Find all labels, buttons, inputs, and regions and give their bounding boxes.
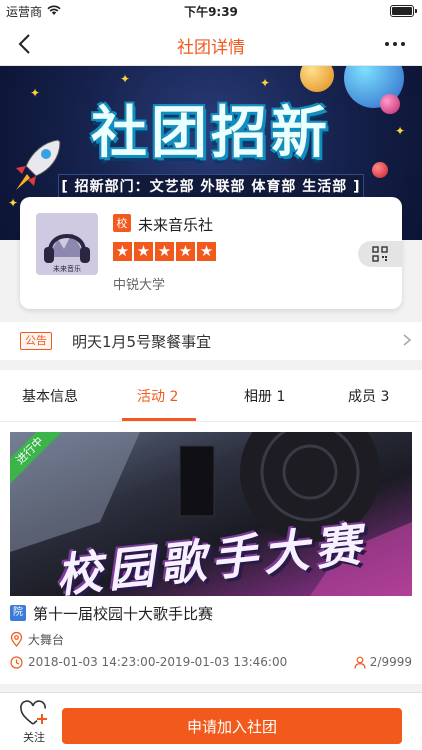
- more-button[interactable]: [378, 30, 412, 58]
- count-text: 2/9999: [369, 655, 412, 669]
- school-badge: 校: [113, 214, 131, 232]
- join-club-button[interactable]: 申请加入社团: [62, 708, 402, 744]
- battery-icon: [390, 5, 417, 17]
- notice-tag: 公告: [20, 332, 52, 350]
- more-dots-icon: [385, 42, 389, 46]
- activity-card[interactable]: 进行中 校园歌手大赛 院 第十一届校园十大歌手比赛 大舞台 2018-01-03…: [0, 422, 422, 684]
- banner-subtitle: [ 招新部门：文艺部 外联部 体育部 生活部 ]: [58, 174, 364, 198]
- heart-plus-icon: [20, 700, 47, 725]
- star-icon: ★: [113, 242, 132, 261]
- star-icon: ★: [197, 242, 216, 261]
- club-detail-page: 运营商 下午9:39 社团详情 ✦ ✦ ✦ ✦ ✦ 社团招新 [招新部门：文艺…: [0, 0, 422, 750]
- tab-members[interactable]: 成员 3: [348, 386, 389, 406]
- tab-bar: 基本信息 活动 2 相册 1 成员 3: [0, 370, 422, 422]
- navigation-bar: 社团详情: [0, 22, 422, 66]
- notice-bar[interactable]: 公告 明天1月5号聚餐事宜: [0, 322, 422, 360]
- notice-text: 明天1月5号聚餐事宜: [72, 333, 212, 351]
- activity-time: 2018-01-03 14:23:00-2019-01-03 13:46:00: [10, 655, 287, 669]
- qr-code-button[interactable]: [358, 241, 402, 267]
- tab-activities[interactable]: 活动 2: [137, 386, 178, 406]
- page-title: 社团详情: [177, 38, 245, 58]
- club-avatar: 未来音乐: [36, 213, 98, 275]
- location-text: 大舞台: [28, 633, 65, 647]
- participant-count: 2/9999: [354, 655, 412, 669]
- activity-location: 大舞台: [10, 631, 64, 648]
- tab-basic-info[interactable]: 基本信息: [22, 386, 78, 406]
- location-pin-icon: [10, 632, 23, 647]
- bottom-action-bar: 关注 申请加入社团: [0, 692, 422, 750]
- star-icon: ★: [134, 242, 153, 261]
- activity-image: 进行中 校园歌手大赛: [10, 432, 412, 596]
- star-icon: ★: [176, 242, 195, 261]
- qr-code-icon: [372, 246, 388, 262]
- star-icon: ★: [155, 242, 174, 261]
- activity-type-badge: 院: [10, 605, 26, 621]
- activity-title: 第十一届校园十大歌手比赛: [33, 605, 214, 623]
- follow-button[interactable]: 关注: [14, 699, 54, 747]
- banner-title: 社团招新: [91, 101, 331, 166]
- clock-icon: [10, 655, 23, 669]
- school-name: 中锐大学: [113, 278, 166, 293]
- clock: 下午9:39: [184, 5, 238, 19]
- follow-label: 关注: [23, 731, 45, 744]
- active-tab-indicator: [122, 418, 196, 421]
- status-bar: 运营商 下午9:39: [0, 0, 422, 22]
- svg-text:未来音乐: 未来音乐: [53, 264, 81, 273]
- club-rating: ★ ★ ★ ★ ★: [113, 242, 218, 261]
- tab-album[interactable]: 相册 1: [244, 386, 285, 406]
- club-info-card: 未来音乐 校 未来音乐社 ★ ★ ★ ★ ★ 中锐大学: [20, 197, 402, 309]
- person-icon: [354, 656, 366, 669]
- time-text: 2018-01-03 14:23:00-2019-01-03 13:46:00: [28, 655, 288, 669]
- club-name: 未来音乐社: [138, 216, 214, 234]
- chevron-right-icon: [403, 334, 412, 346]
